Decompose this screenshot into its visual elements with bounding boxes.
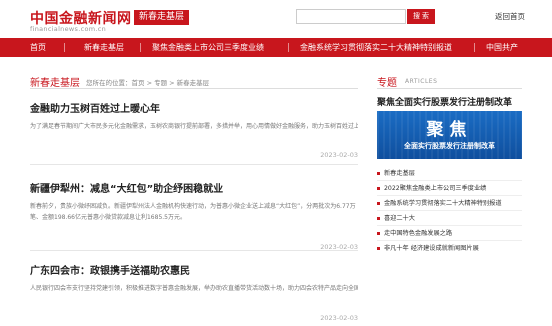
nav-item-q3-results[interactable]: 聚焦金融类上市公司三季度业绩 xyxy=(152,38,264,57)
section-title: 新春走基层 xyxy=(30,78,80,89)
nav-divider xyxy=(64,43,65,52)
topic-label: 2022聚焦金融类上市公司三季度业绩 xyxy=(384,185,487,192)
search-button[interactable]: 搜 索 xyxy=(407,9,435,24)
bullet-icon xyxy=(377,202,380,205)
topic-list-item[interactable]: 走中国特色金融发展之路 xyxy=(377,226,522,241)
bullet-icon xyxy=(377,172,380,175)
article-date: 2023-02-03 xyxy=(320,151,358,159)
nav-divider xyxy=(288,43,289,52)
topic-list-item[interactable]: 非凡十年 经济建设成就新闻图片展 xyxy=(377,241,522,256)
article-item[interactable]: 广东四会市：政银携手送福助农惠民 人民银行四会市支行坚持党建引领，积极推进数字普… xyxy=(30,262,358,322)
topic-list-item[interactable]: 新春走基层 xyxy=(377,166,522,181)
topic-label: 喜迎二十大 xyxy=(384,215,415,222)
topic-label: 走中国特色金融发展之路 xyxy=(384,230,453,237)
bullet-icon xyxy=(377,232,380,235)
article-item[interactable]: 新疆伊犁州：减息“大红包”助企纾困稳就业 新春前夕，贵族小微纾困减负。新疆伊犁州… xyxy=(30,180,358,252)
nav-divider xyxy=(140,43,141,52)
nav-item-cpc[interactable]: 中国共产 xyxy=(486,38,518,57)
nav-item-new-year[interactable]: 新春走基层 xyxy=(84,38,124,57)
topic-list: 新春走基层 2022聚焦金融类上市公司三季度业绩 金融系统学习贯彻落实二十大精神… xyxy=(377,166,522,256)
article-item[interactable]: 金融助力玉树百姓过上暖心年 为了满足春节期间广大市民多元化金融需求，玉树农商银行… xyxy=(30,100,358,159)
article-divider xyxy=(30,164,358,165)
sidebar-title-en: ARTICLES xyxy=(405,78,438,85)
bullet-icon xyxy=(377,217,380,220)
search-input[interactable] xyxy=(296,9,406,24)
site-header: 中国金融新闻网 financialnews.com.cn 新春走基层 搜 索 返… xyxy=(0,0,552,38)
nav-item-20th-congress[interactable]: 金融系统学习贯彻落实二十大精神特别报道 xyxy=(300,38,452,57)
nav-divider xyxy=(474,43,475,52)
banner-heading: 聚焦 xyxy=(426,120,473,140)
breadcrumb[interactable]: 您所在的位置：首页 > 专题 > 新春走基层 xyxy=(86,77,209,87)
article-title[interactable]: 金融助力玉树百姓过上暖心年 xyxy=(30,100,358,115)
feature-banner[interactable]: 聚焦 全面实行股票发行注册制改革 xyxy=(377,111,522,159)
banner-subheading: 全面实行股票发行注册制改革 xyxy=(404,142,495,150)
main-nav: 首页 新春走基层 聚焦金融类上市公司三季度业绩 金融系统学习贯彻落实二十大精神特… xyxy=(0,38,552,57)
topic-list-item[interactable]: 2022聚焦金融类上市公司三季度业绩 xyxy=(377,181,522,196)
nav-item-home[interactable]: 首页 xyxy=(30,38,46,57)
bullet-icon xyxy=(377,247,380,250)
article-date: 2023-02-03 xyxy=(320,314,358,322)
article-summary: 为了满足春节期间广大市民多元化金融需求，玉树农商银行提前部署，多措并举，用心用情… xyxy=(30,123,358,130)
bullet-icon xyxy=(377,187,380,190)
section-divider xyxy=(30,88,358,89)
home-link[interactable]: 返回首页 xyxy=(495,11,525,22)
article-divider xyxy=(30,250,358,251)
topic-label: 金融系统学习贯彻落实二十大精神特别报道 xyxy=(384,200,502,207)
topic-label: 非凡十年 经济建设成就新闻图片展 xyxy=(384,245,479,252)
article-summary: 新春前夕，贵族小微纾困减负。新疆伊犁州法人金融机构快速行动，为普惠小微企业送上减… xyxy=(30,203,356,221)
article-title[interactable]: 广东四会市：政银携手送福助农惠民 xyxy=(30,262,358,277)
channel-badge: 新春走基层 xyxy=(134,10,190,25)
topic-list-item[interactable]: 喜迎二十大 xyxy=(377,211,522,226)
sidebar-divider xyxy=(377,88,522,89)
feature-title[interactable]: 聚焦全面实行股票发行注册制改革 xyxy=(377,95,512,108)
article-summary: 人民银行四会市支行坚持党建引领，积极推进数字普惠金融发展，举办助农直播带货活动数… xyxy=(30,285,358,292)
topic-label: 新春走基层 xyxy=(384,170,415,177)
site-logo-domain: financialnews.com.cn xyxy=(30,25,107,33)
article-title[interactable]: 新疆伊犁州：减息“大红包”助企纾困稳就业 xyxy=(30,180,358,195)
topic-list-item[interactable]: 金融系统学习贯彻落实二十大精神特别报道 xyxy=(377,196,522,211)
sidebar-title: 专题 xyxy=(377,78,397,89)
